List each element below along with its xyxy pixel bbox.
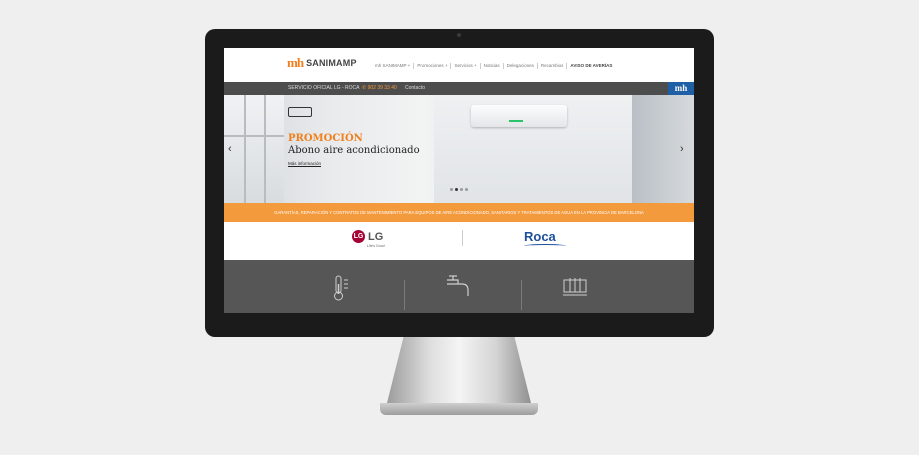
phone-number[interactable]: ✆ 902 39 33 40 (362, 85, 397, 91)
stand-base (380, 403, 538, 415)
nav-item-aviso-averias[interactable]: AVISO DE AVERÍAS (567, 63, 615, 69)
next-slide-arrow-icon[interactable]: › (680, 143, 684, 155)
brand-divider (462, 230, 463, 246)
lg-logo[interactable]: LG LG (352, 230, 383, 243)
more-info-link[interactable]: Más información (288, 161, 321, 166)
site-header: mh SANIMAMP mh SANIMAMP + Promociones + … (224, 48, 694, 82)
thermometer-icon[interactable] (330, 274, 352, 302)
info-bar: SERVICIO OFICIAL LG - ROCA ✆ 902 39 33 4… (224, 82, 694, 95)
tagline-strip: GARANTÍAS, REPARACIÓN Y CONTRATOS DE MAN… (224, 203, 694, 222)
service-label: SERVICIO OFICIAL LG - ROCA (288, 85, 360, 91)
water-treatment-icon[interactable] (562, 274, 588, 298)
slide-dot[interactable] (460, 188, 463, 191)
nav-item-sanimamp[interactable]: mh SANIMAMP + (372, 63, 415, 69)
slide-dot-active[interactable] (455, 188, 458, 191)
logo-text: SANIMAMP (306, 58, 357, 68)
roca-logo[interactable]: Roca (524, 229, 556, 244)
promo-subtitle: Abono aire acondicionado (288, 145, 420, 156)
service-divider (521, 280, 522, 310)
hero-slider: PROMOCIÓN Abono aire acondicionado Más i… (224, 95, 694, 203)
lg-logo-mark: LG (352, 230, 365, 243)
slide-dot[interactable] (450, 188, 453, 191)
lg-tagline: Life's Good (367, 244, 385, 248)
brands-row: LG LG Life's Good Roca (224, 222, 694, 260)
service-divider (404, 280, 405, 310)
bar-logo-badge[interactable]: mh (668, 82, 694, 95)
nav-item-servicios[interactable]: Servicios + (451, 63, 481, 69)
nav-item-promociones[interactable]: Promociones + (414, 63, 452, 69)
curtain-image (632, 95, 694, 203)
air-conditioner-image (471, 105, 567, 127)
lg-logo-text: LG (368, 230, 384, 243)
nav-item-noticias[interactable]: Noticias (481, 63, 504, 69)
slide-dot[interactable] (465, 188, 468, 191)
services-bar (224, 260, 694, 313)
website-screen: mh SANIMAMP mh SANIMAMP + Promociones + … (224, 48, 694, 313)
camera-dot (457, 33, 461, 37)
nav-item-delegaciones[interactable]: Delegaciones (504, 63, 538, 69)
monitor-stand (380, 337, 538, 417)
prev-slide-arrow-icon[interactable]: ‹ (228, 143, 232, 155)
phone-text: 902 39 33 40 (367, 85, 397, 91)
site-logo[interactable]: mh SANIMAMP (287, 55, 357, 70)
tagline-text: GARANTÍAS, REPARACIÓN Y CONTRATOS DE MAN… (274, 210, 644, 215)
faucet-icon[interactable] (444, 274, 472, 300)
promo-title: PROMOCIÓN (288, 133, 363, 144)
air-conditioner-icon (288, 107, 312, 117)
slider-dots (450, 188, 468, 191)
stand-neck (386, 337, 532, 407)
main-nav: mh SANIMAMP + Promociones + Servicios + … (372, 63, 615, 69)
contact-link[interactable]: Contacto (405, 85, 425, 91)
logo-mark: mh (287, 55, 304, 70)
nav-item-recambios[interactable]: Recambios (538, 63, 568, 69)
window-image (224, 95, 284, 203)
roca-logo-wave (524, 244, 566, 248)
